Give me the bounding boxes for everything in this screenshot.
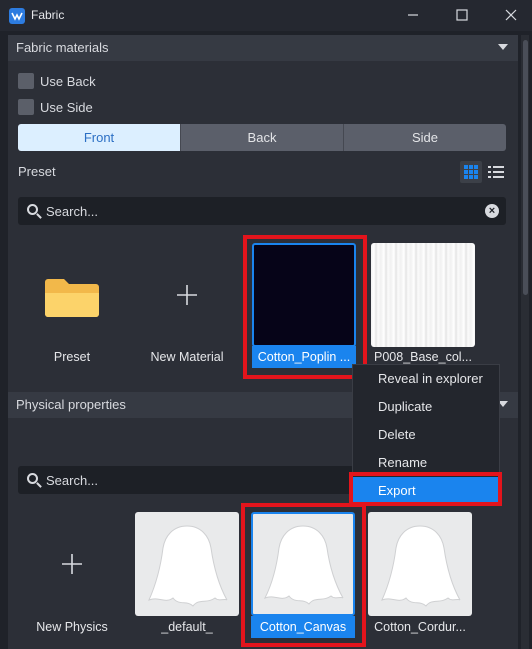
drape-preview — [135, 512, 239, 616]
menu-item-duplicate[interactable]: Duplicate — [353, 393, 499, 421]
material-swatch — [252, 243, 356, 347]
tile-cotton-canvas[interactable]: Cotton_Canvas — [251, 512, 355, 640]
section-title: Fabric materials — [16, 40, 109, 55]
use-side-label: Use Side — [40, 100, 93, 115]
tile-label: Preset — [53, 350, 91, 364]
tile-label: New Material — [150, 350, 224, 364]
tab-side[interactable]: Side — [344, 124, 506, 151]
material-search-input[interactable] — [46, 202, 466, 220]
tile-label: New Physics — [36, 620, 108, 634]
tile-default-physics[interactable]: _default_ — [135, 512, 239, 640]
material-search-bar: × — [18, 197, 506, 225]
highlight-box — [349, 472, 502, 506]
scrollbar-thumb[interactable] — [523, 40, 528, 295]
tile-new-material[interactable]: New Material — [135, 243, 239, 371]
physics-search-bar — [18, 466, 354, 494]
tab-back[interactable]: Back — [181, 124, 344, 151]
window-title: Fabric — [31, 8, 65, 22]
tile-new-physics[interactable]: New Physics — [20, 512, 124, 640]
plus-icon — [135, 243, 239, 347]
physics-search-input[interactable] — [46, 471, 346, 489]
tile-label: _default_ — [161, 620, 213, 634]
minimize-button[interactable] — [402, 5, 424, 25]
tile-p008-base[interactable]: P008_Base_col... — [371, 243, 475, 371]
tile-label: Cotton_Canvas — [251, 616, 355, 638]
tile-cotton-poplin[interactable]: Cotton_Poplin ... — [252, 243, 356, 371]
plus-icon — [20, 512, 124, 616]
maximize-button[interactable] — [451, 5, 473, 25]
tile-label: Cotton_Poplin ... — [252, 346, 356, 368]
drape-preview — [368, 512, 472, 616]
preset-label: Preset — [18, 164, 56, 179]
menu-item-delete[interactable]: Delete — [353, 421, 499, 449]
material-swatch — [371, 243, 475, 347]
tile-label: Cotton_Cordur... — [374, 620, 466, 634]
section-title: Physical properties — [16, 397, 126, 412]
tab-front[interactable]: Front — [18, 124, 181, 151]
search-icon — [27, 473, 38, 484]
tile-preset[interactable]: Preset — [20, 243, 124, 371]
use-side-checkbox[interactable] — [18, 99, 34, 115]
folder-icon — [20, 243, 124, 347]
drape-preview — [251, 512, 355, 616]
side-tabs: Front Back Side — [18, 124, 506, 151]
use-back-label: Use Back — [40, 74, 96, 89]
use-back-checkbox[interactable] — [18, 73, 34, 89]
tile-cotton-cordura[interactable]: Cotton_Cordur... — [368, 512, 472, 640]
clear-search-icon[interactable]: × — [485, 204, 499, 218]
collapse-chevron-icon[interactable] — [498, 44, 508, 50]
menu-item-reveal-in-explorer[interactable]: Reveal in explorer — [353, 365, 499, 393]
search-icon — [27, 204, 38, 215]
fabric-materials-header[interactable]: Fabric materials — [8, 35, 518, 61]
close-button[interactable] — [500, 5, 522, 25]
fabric-app-icon — [9, 8, 25, 24]
list-view-icon[interactable] — [485, 161, 507, 183]
grid-view-icon[interactable] — [460, 161, 482, 183]
